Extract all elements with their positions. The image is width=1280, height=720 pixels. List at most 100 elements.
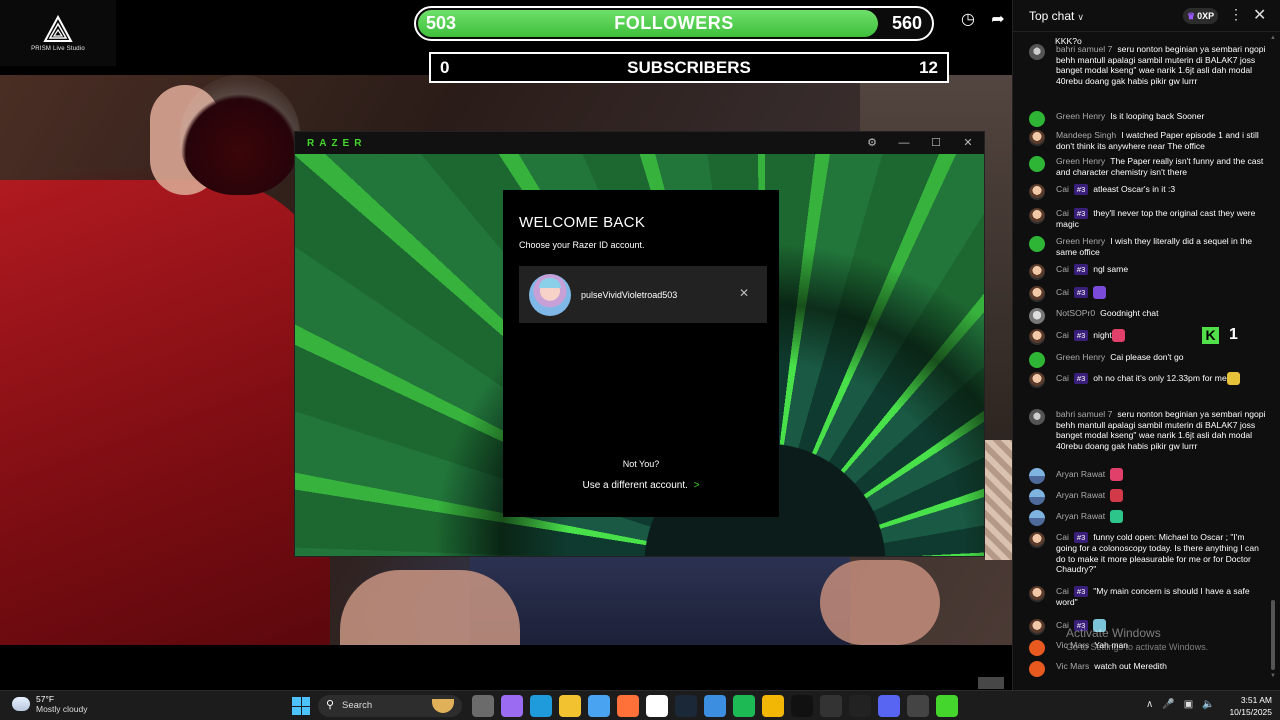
chat-message[interactable]: Vic Mars watch out Meredith: [1029, 661, 1267, 677]
volume-icon[interactable]: 🔈: [1202, 699, 1214, 710]
chat-message[interactable]: Green Henry The Paper really isn't funny …: [1029, 156, 1267, 177]
avatar[interactable]: [1029, 640, 1045, 656]
razer-synapse-icon[interactable]: [936, 695, 958, 717]
avatar[interactable]: [1029, 409, 1045, 425]
scrollbar-thumb[interactable]: [1271, 600, 1275, 670]
maximize-icon[interactable]: ☐: [920, 132, 952, 154]
chat-mode-dropdown[interactable]: Top chat ∨: [1029, 9, 1084, 23]
avatar[interactable]: [1029, 308, 1045, 324]
xp-badge[interactable]: ♛ 0XP: [1183, 8, 1219, 24]
close-chat-icon[interactable]: ✕: [1253, 5, 1266, 25]
task-view-icon[interactable]: [472, 695, 494, 717]
share-icon[interactable]: ➦: [988, 9, 1008, 29]
message-author[interactable]: Cai: [1056, 208, 1069, 218]
message-author[interactable]: Green Henry: [1056, 156, 1105, 166]
avatar[interactable]: [1029, 208, 1045, 224]
chat-message[interactable]: Cai #3 "My main concern is should I have a…: [1029, 586, 1267, 608]
chrome-icon[interactable]: [762, 695, 784, 717]
message-author[interactable]: Green Henry: [1056, 111, 1105, 121]
firefox-icon[interactable]: [617, 695, 639, 717]
more-options-icon[interactable]: ⋮: [1229, 6, 1243, 23]
message-author[interactable]: Aryan Rawat: [1056, 511, 1105, 521]
scroll-up-icon[interactable]: ▲: [1270, 35, 1276, 41]
chat-message[interactable]: Green Henry Cai please don't go: [1029, 352, 1267, 368]
scroll-down-icon[interactable]: ▼: [1270, 673, 1276, 679]
mail-icon[interactable]: [646, 695, 668, 717]
avatar[interactable]: [1029, 619, 1045, 635]
message-author[interactable]: Green Henry: [1056, 236, 1105, 246]
message-author[interactable]: Cai: [1056, 330, 1069, 340]
avatar[interactable]: [1029, 156, 1045, 172]
avatar[interactable]: [1029, 264, 1045, 280]
message-author[interactable]: Aryan Rawat: [1056, 490, 1105, 500]
weather-widget[interactable]: 57°F Mostly cloudy: [12, 694, 88, 714]
message-author[interactable]: Cai: [1056, 373, 1069, 383]
chat-message[interactable]: Cai #3 atleast Oscar's in it :3: [1029, 184, 1267, 200]
chat-message[interactable]: Cai #3 they'll never top the original cast…: [1029, 208, 1267, 230]
message-author[interactable]: Green Henry: [1056, 352, 1105, 362]
chat-message[interactable]: Cai #3 oh no chat it's only 12.33pm for me: [1029, 372, 1267, 388]
chat-message[interactable]: NotSOPr0 Goodnight chat: [1029, 308, 1267, 324]
message-author[interactable]: NotSOPr0: [1056, 308, 1095, 318]
chat-message[interactable]: Cai #3: [1029, 286, 1267, 302]
avatar[interactable]: [1029, 111, 1045, 127]
spotify-icon[interactable]: [733, 695, 755, 717]
photos-icon[interactable]: [704, 695, 726, 717]
microphone-icon[interactable]: 🎤: [1162, 699, 1174, 710]
message-author[interactable]: Aryan Rawat: [1056, 469, 1105, 479]
chat-message[interactable]: Cai #3 funny cold open: Michael to Oscar ;…: [1029, 532, 1267, 575]
close-icon[interactable]: ✕: [952, 132, 984, 154]
message-author[interactable]: Cai: [1056, 287, 1069, 297]
avatar[interactable]: [1029, 661, 1045, 677]
avatar[interactable]: [1029, 510, 1045, 526]
discord-icon[interactable]: [878, 695, 900, 717]
chat-message[interactable]: Mandeep Singh I watched Paper episode 1 a…: [1029, 130, 1267, 151]
copilot-icon[interactable]: [501, 695, 523, 717]
chat-message[interactable]: bahri samuel 7 seru nonton beginian ya se…: [1029, 409, 1267, 451]
start-button[interactable]: [292, 697, 310, 715]
avatar[interactable]: [1029, 372, 1045, 388]
chat-message[interactable]: Aryan Rawat: [1029, 510, 1267, 526]
avatar[interactable]: [1029, 468, 1045, 484]
message-author[interactable]: Cai: [1056, 586, 1069, 596]
avatar[interactable]: [1029, 352, 1045, 368]
message-author[interactable]: Vic Mars: [1056, 661, 1089, 671]
message-author[interactable]: Cai: [1056, 184, 1069, 194]
use-different-account-link[interactable]: Use a different account. >: [503, 480, 779, 491]
message-author[interactable]: bahri samuel 7: [1056, 409, 1112, 419]
store-icon[interactable]: [588, 695, 610, 717]
terminal-icon[interactable]: [791, 695, 813, 717]
chat-message[interactable]: bahri samuel 7 seru nonton beginian ya se…: [1029, 44, 1267, 86]
avatar[interactable]: [1029, 532, 1045, 548]
chevron-up-icon[interactable]: ∧: [1146, 699, 1153, 710]
avatar[interactable]: [1029, 489, 1045, 505]
epic-games-icon[interactable]: [820, 695, 842, 717]
chat-message[interactable]: Green Henry Is it looping back Sooner: [1029, 111, 1267, 127]
avatar[interactable]: [1029, 329, 1045, 345]
message-author[interactable]: Mandeep Singh: [1056, 130, 1116, 140]
taskbar-clock[interactable]: 3:51 AM 10/15/2025: [1222, 694, 1272, 718]
avatar[interactable]: [1029, 44, 1045, 60]
chat-scrollbar[interactable]: ▲ ▼: [1270, 35, 1276, 685]
clock-icon[interactable]: ◷: [958, 9, 978, 29]
chat-message[interactable]: Green Henry I wish they literally did a s…: [1029, 236, 1267, 257]
chat-message[interactable]: Aryan Rawat: [1029, 468, 1267, 484]
avatar[interactable]: [1029, 586, 1045, 602]
minimize-icon[interactable]: —: [888, 132, 920, 154]
avatar[interactable]: [1029, 130, 1045, 146]
avatar[interactable]: [1029, 184, 1045, 200]
settings-icon[interactable]: ⚙: [856, 132, 888, 154]
edge-icon[interactable]: [530, 695, 552, 717]
account-option[interactable]: pulseVividVioletroad503 ✕: [519, 266, 767, 323]
obs-icon[interactable]: [907, 695, 929, 717]
file-explorer-icon[interactable]: [559, 695, 581, 717]
message-author[interactable]: Cai: [1056, 264, 1069, 274]
chat-message[interactable]: Aryan Rawat: [1029, 489, 1267, 505]
taskbar-search[interactable]: ⚲ Search: [318, 695, 462, 717]
network-icon[interactable]: ▣: [1184, 699, 1193, 710]
message-author[interactable]: Cai: [1056, 532, 1069, 542]
tiktok-icon[interactable]: [849, 695, 871, 717]
steam-icon[interactable]: [675, 695, 697, 717]
avatar[interactable]: [1029, 236, 1045, 252]
remove-account-icon[interactable]: ✕: [739, 286, 749, 300]
